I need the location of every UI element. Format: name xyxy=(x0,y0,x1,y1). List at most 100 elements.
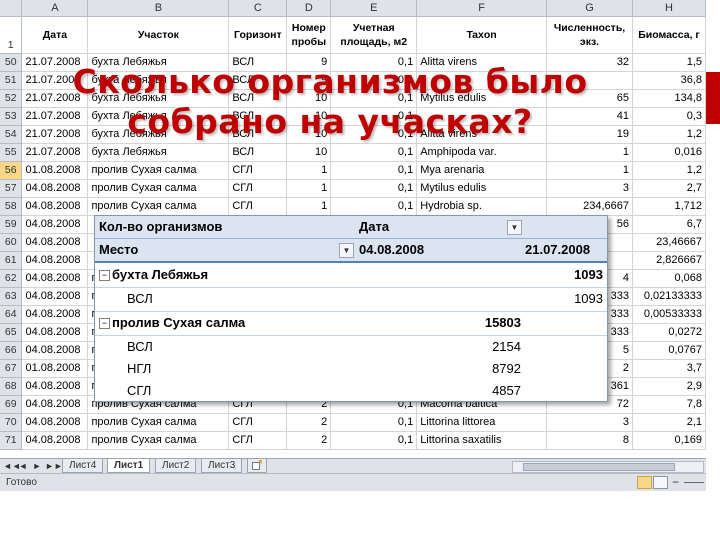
table-cell[interactable]: 04.08.2008 xyxy=(21,341,89,360)
row-number[interactable]: 61 xyxy=(0,251,23,270)
row-number[interactable]: 62 xyxy=(0,269,23,288)
pivot-table[interactable]: Кол-во организмов Дата ▼ Место ▼ 04.08.2… xyxy=(94,215,608,402)
column-header[interactable]: C xyxy=(228,0,288,17)
row-number[interactable]: 68 xyxy=(0,377,23,396)
row-number[interactable]: 55 xyxy=(0,143,23,162)
table-cell[interactable]: 3 xyxy=(546,413,633,432)
tab-sheet3[interactable]: Лист3 xyxy=(201,459,243,473)
field-header-cell[interactable]: Номер пробы xyxy=(286,16,332,54)
column-header[interactable]: A xyxy=(21,0,89,17)
column-header[interactable]: D xyxy=(286,0,332,17)
table-cell[interactable]: 21.07.2008 xyxy=(21,143,89,162)
table-cell[interactable]: 0,1 xyxy=(330,431,418,450)
table-cell[interactable]: 2 xyxy=(286,431,332,450)
table-cell[interactable]: пролив Сухая салма xyxy=(87,431,230,450)
table-cell[interactable]: 0,1 xyxy=(330,179,418,198)
first-sheet-icon[interactable]: ◄◄ xyxy=(3,460,21,472)
collapse-icon[interactable]: − xyxy=(99,270,110,281)
table-cell[interactable]: 2 xyxy=(286,413,332,432)
table-cell[interactable]: пролив Сухая салма xyxy=(87,197,230,216)
table-cell[interactable]: 1,5 xyxy=(632,53,706,72)
table-cell[interactable]: бухта Лебяжья xyxy=(87,143,230,162)
table-cell[interactable]: 04.08.2008 xyxy=(21,197,89,216)
table-cell[interactable]: 1,2 xyxy=(632,161,706,180)
field-header-cell[interactable]: Taxon xyxy=(416,16,548,54)
table-cell[interactable]: 04.08.2008 xyxy=(21,269,89,288)
row-number[interactable]: 51 xyxy=(0,71,23,90)
row-filter-dropdown-icon[interactable]: ▼ xyxy=(339,243,354,258)
row-number[interactable]: 64 xyxy=(0,305,23,324)
row-number[interactable]: 71 xyxy=(0,431,23,450)
table-cell[interactable]: 04.08.2008 xyxy=(21,251,89,270)
table-cell[interactable]: 23,46667 xyxy=(632,233,706,252)
column-header[interactable]: F xyxy=(416,0,548,17)
row-number[interactable]: 57 xyxy=(0,179,23,198)
table-cell[interactable]: 04.08.2008 xyxy=(21,233,89,252)
tab-sheet4[interactable]: Лист4 xyxy=(62,459,104,473)
pivot-group-row[interactable]: − бухта Лебяжья 1093 xyxy=(95,264,607,286)
row-number[interactable]: 70 xyxy=(0,413,23,432)
table-cell[interactable]: ВСЛ xyxy=(228,143,288,162)
horizontal-scrollbar[interactable] xyxy=(512,461,704,473)
collapse-icon[interactable]: − xyxy=(99,318,110,329)
table-cell[interactable]: 04.08.2008 xyxy=(21,215,89,234)
insert-sheet-icon[interactable] xyxy=(247,459,267,473)
table-cell[interactable]: 10 xyxy=(286,143,332,162)
table-cell[interactable]: 234,6667 xyxy=(546,197,633,216)
table-cell[interactable]: 0,1 xyxy=(330,413,418,432)
select-all-corner[interactable] xyxy=(0,0,23,17)
row-number[interactable]: 52 xyxy=(0,89,23,108)
row-number[interactable]: 67 xyxy=(0,359,23,378)
row-number[interactable]: 54 xyxy=(0,125,23,144)
table-cell[interactable]: 2,7 xyxy=(632,179,706,198)
table-cell[interactable]: 1 xyxy=(546,161,633,180)
table-cell[interactable]: 3,7 xyxy=(632,359,706,378)
table-cell[interactable]: 0,02133333 xyxy=(632,287,706,306)
tab-sheet1[interactable]: Лист1 xyxy=(107,459,151,473)
table-cell[interactable]: 36,8 xyxy=(632,71,706,90)
field-header-cell[interactable]: Участок xyxy=(87,16,230,54)
table-cell[interactable]: Littorina saxatilis xyxy=(416,431,548,450)
table-cell[interactable]: 0,0767 xyxy=(632,341,706,360)
field-header-cell[interactable]: Учетная площадь, м2 xyxy=(330,16,418,54)
table-cell[interactable]: 1 xyxy=(286,197,332,216)
row-number[interactable]: 66 xyxy=(0,341,23,360)
field-header-cell[interactable]: Дата xyxy=(21,16,89,54)
field-header-cell[interactable]: Численность, экз. xyxy=(546,16,633,54)
normal-view-icon[interactable] xyxy=(637,476,652,489)
table-cell[interactable]: 0,068 xyxy=(632,269,706,288)
table-cell[interactable]: Mytilus edulis xyxy=(416,179,548,198)
table-cell[interactable]: 7,8 xyxy=(632,395,706,414)
column-header[interactable]: H xyxy=(632,0,706,17)
row-number[interactable]: 60 xyxy=(0,233,23,252)
scrollbar-thumb[interactable] xyxy=(523,463,675,471)
table-cell[interactable]: 1 xyxy=(286,161,332,180)
table-cell[interactable]: СГЛ xyxy=(228,413,288,432)
table-cell[interactable]: Amphipoda var. xyxy=(416,143,548,162)
table-cell[interactable]: Littorina littorea xyxy=(416,413,548,432)
table-cell[interactable]: 0,0272 xyxy=(632,323,706,342)
table-cell[interactable]: 01.08.2008 xyxy=(21,161,89,180)
table-cell[interactable]: пролив Сухая салма xyxy=(87,413,230,432)
table-cell[interactable]: 1,712 xyxy=(632,197,706,216)
field-header-cell[interactable]: Горизонт xyxy=(228,16,288,54)
table-cell[interactable]: 04.08.2008 xyxy=(21,431,89,450)
table-cell[interactable]: 0,016 xyxy=(632,143,706,162)
row-number[interactable]: 58 xyxy=(0,197,23,216)
prev-sheet-icon[interactable]: ◄ xyxy=(17,460,29,472)
table-cell[interactable]: 0,1 xyxy=(330,161,418,180)
table-cell[interactable]: 04.08.2008 xyxy=(21,395,89,414)
table-cell[interactable]: 134,8 xyxy=(632,89,706,108)
table-cell[interactable]: 04.08.2008 xyxy=(21,413,89,432)
column-header[interactable]: E xyxy=(330,0,418,17)
zoom-out-icon[interactable]: − xyxy=(672,474,679,491)
row-number[interactable]: 1 xyxy=(0,16,23,54)
table-cell[interactable]: 0,169 xyxy=(632,431,706,450)
table-cell[interactable]: 3 xyxy=(546,179,633,198)
table-cell[interactable]: 2,9 xyxy=(632,377,706,396)
row-number[interactable]: 53 xyxy=(0,107,23,126)
tab-sheet2[interactable]: Лист2 xyxy=(155,459,197,473)
table-cell[interactable]: 04.08.2008 xyxy=(21,305,89,324)
table-cell[interactable]: 1,2 xyxy=(632,125,706,144)
table-cell[interactable]: 1 xyxy=(546,143,633,162)
